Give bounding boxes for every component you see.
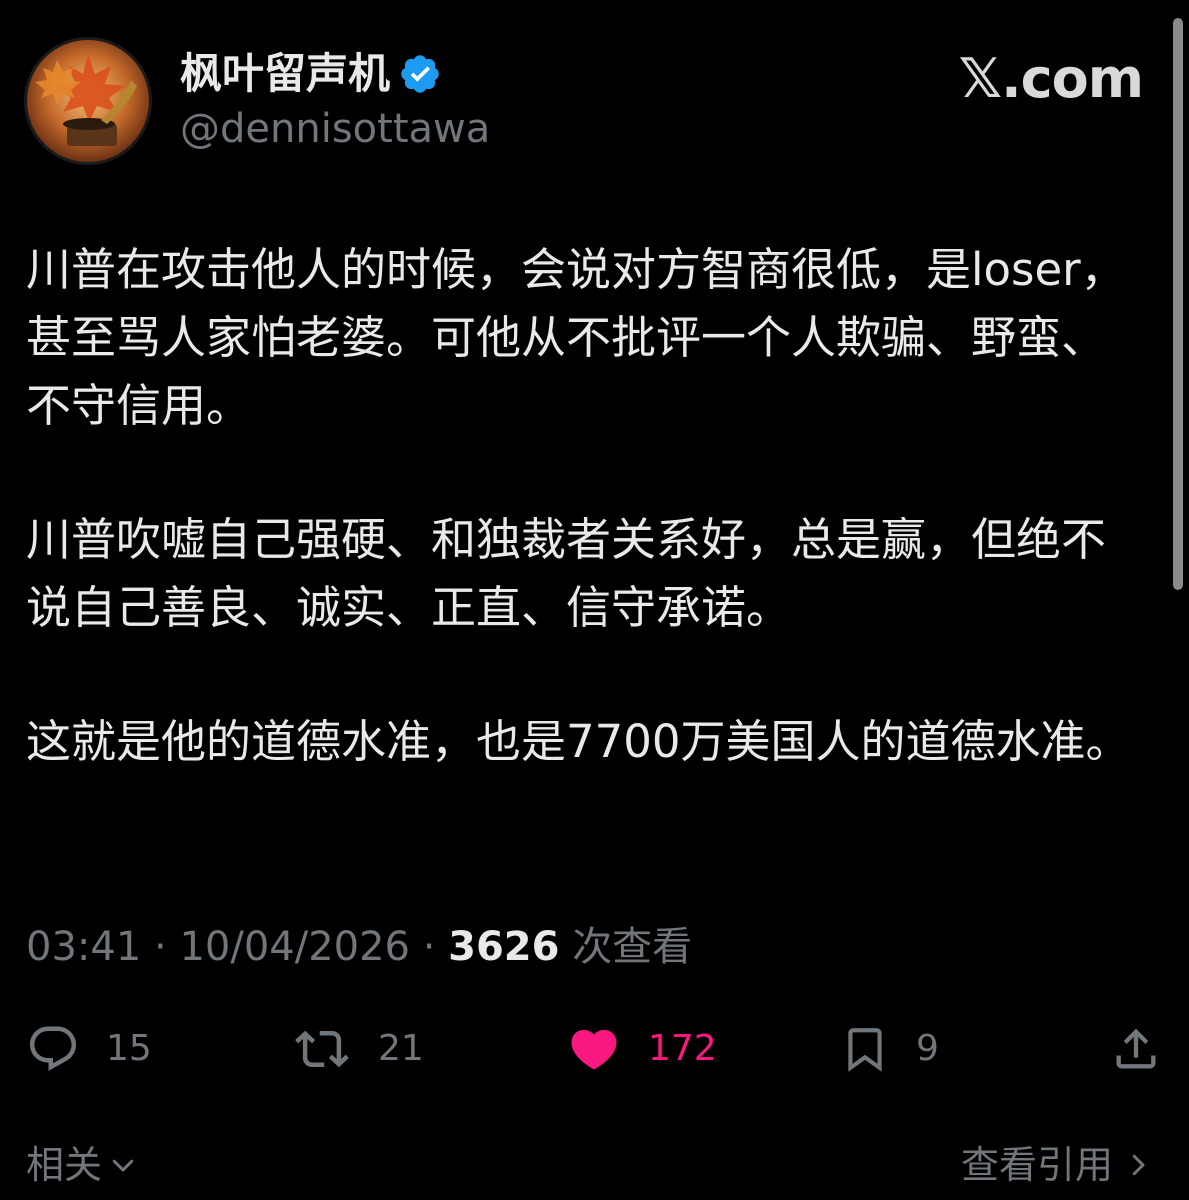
- share-icon: [1116, 1028, 1156, 1069]
- related-label: 相关: [26, 1143, 103, 1187]
- views-count: 3626: [448, 924, 560, 970]
- view-quotes-label: 查看引用: [960, 1143, 1113, 1187]
- view-quotes-link[interactable]: 查看引用: [961, 1140, 1153, 1190]
- views-label: 次查看: [572, 924, 693, 970]
- tweet-text: 川普在攻击他人的时候，会说对方智商很低，是loser，甚至骂人家怕老婆。可他从不…: [26, 236, 1146, 842]
- meta-separator: ·: [422, 924, 436, 970]
- maple-leaf-gramophone-avatar-icon: [27, 40, 149, 162]
- tweet-date[interactable]: 10/04/2026: [179, 924, 410, 970]
- author-handle[interactable]: @dennisottawa: [180, 104, 490, 154]
- verified-badge-icon: [401, 55, 439, 93]
- chevron-right-icon: [1132, 1154, 1145, 1176]
- share-button[interactable]: [1110, 1014, 1162, 1084]
- like-button[interactable]: 172: [566, 1014, 717, 1084]
- tweet-paragraph: 川普在攻击他人的时候，会说对方智商很低，是loser，甚至骂人家怕老婆。可他从不…: [26, 243, 1126, 432]
- repost-icon: [295, 1030, 349, 1068]
- x-brand-logo: 𝕏.com: [958, 47, 1144, 110]
- related-toggle[interactable]: 相关: [26, 1140, 138, 1190]
- meta-separator: ·: [154, 924, 167, 970]
- bookmark-count: 9: [916, 1028, 939, 1069]
- author-display-name-row[interactable]: 枫叶留声机: [180, 46, 442, 102]
- repost-button[interactable]: 21: [292, 1014, 424, 1084]
- tweet-meta: 03:41 · 10/04/2026 · 3626 次查看: [26, 920, 692, 974]
- scrollbar-thumb[interactable]: [1173, 18, 1183, 590]
- author-avatar[interactable]: [24, 37, 152, 165]
- heart-icon: [571, 1029, 617, 1070]
- tweet-paragraph: 这就是他的道德水准，也是7700万美国人的道德水准。: [26, 715, 1131, 768]
- repost-count: 21: [378, 1028, 424, 1069]
- like-count: 172: [648, 1028, 717, 1069]
- tweet-action-bar: 15 21 172 9: [0, 1014, 1189, 1084]
- tweet-paragraph: 川普吹嘘自己强硬、和独裁者关系好，总是赢，但绝不说自己善良、诚实、正直、信守承诺…: [26, 513, 1107, 634]
- tweet-time[interactable]: 03:41: [26, 924, 141, 970]
- reply-button[interactable]: 15: [26, 1014, 152, 1084]
- bookmark-icon: [848, 1028, 882, 1072]
- reply-bubble-icon: [29, 1026, 77, 1071]
- reply-count: 15: [106, 1028, 152, 1069]
- chevron-down-icon: [112, 1159, 134, 1172]
- author-display-name[interactable]: 枫叶留声机: [180, 46, 390, 102]
- bookmark-button[interactable]: 9: [840, 1014, 939, 1084]
